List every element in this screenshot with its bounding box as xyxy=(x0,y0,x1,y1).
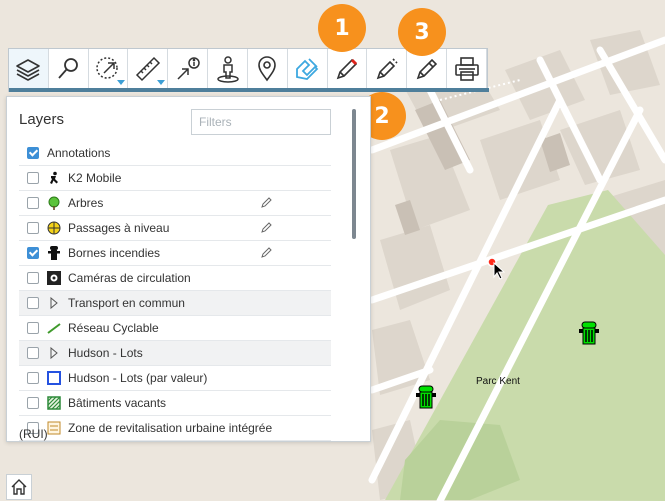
layer-row-zone-de-revitalisation[interactable]: Zone de revitalisation urbaine intégrée xyxy=(19,416,331,441)
layer-row-bornes-incendies[interactable]: Bornes incendies xyxy=(19,241,331,266)
crossing-icon xyxy=(47,221,61,235)
layer-label: Hudson - Lots xyxy=(68,346,143,360)
layers-panel-title: Layers xyxy=(19,111,65,128)
chevron-right-icon[interactable] xyxy=(47,346,61,360)
layer-label: Arbres xyxy=(68,196,104,210)
edit-layer-pencil-icon[interactable] xyxy=(261,221,273,233)
layer-row-passages-a-niveau[interactable]: Passages à niveau xyxy=(19,216,331,241)
layer-list: Annotations K2 Mobile Arbres Passages à … xyxy=(19,141,331,441)
layer-checkbox[interactable] xyxy=(27,197,39,209)
toolbar-accent-bar xyxy=(9,88,489,92)
select-area-dropdown-caret[interactable] xyxy=(117,80,126,85)
layer-checkbox[interactable] xyxy=(27,347,39,359)
layer-checkbox[interactable] xyxy=(27,397,39,409)
callout-badge-3: 3 xyxy=(398,8,446,56)
draw-tool-1-button[interactable] xyxy=(328,49,368,89)
layer-label: Bâtiments vacants xyxy=(68,396,167,410)
layer-row-cameras-de-circulation[interactable]: Caméras de circulation xyxy=(19,266,331,291)
line-icon xyxy=(47,321,61,335)
home-icon xyxy=(11,479,27,495)
locate-tool-button[interactable] xyxy=(248,49,288,89)
printer-icon xyxy=(454,57,479,81)
layer-row-hudson-lots-par-valeur[interactable]: Hudson - Lots (par valeur) xyxy=(19,366,331,391)
layer-label: Réseau Cyclable xyxy=(68,321,159,335)
square-outline-icon xyxy=(47,371,61,385)
measure-tool-button[interactable] xyxy=(128,49,169,89)
map-pin-icon xyxy=(258,56,277,82)
layer-label: Hudson - Lots (par valeur) xyxy=(68,371,208,385)
layer-checkbox[interactable] xyxy=(27,372,39,384)
info-pointer-icon xyxy=(177,57,200,80)
layer-row-annotations[interactable]: Annotations xyxy=(19,141,331,166)
layer-row-reseau-cyclable[interactable]: Réseau Cyclable xyxy=(19,316,331,341)
layer-label: Bornes incendies xyxy=(68,246,161,260)
layer-filter-input[interactable] xyxy=(191,109,331,135)
pencil-icon xyxy=(336,58,358,80)
pencil-icon xyxy=(376,58,398,80)
layer-label-overflow: (RUI) xyxy=(19,427,48,441)
layer-row-transport-en-commun[interactable]: Transport en commun xyxy=(19,291,331,316)
redline-tool-button[interactable] xyxy=(288,49,328,89)
print-tool-button[interactable] xyxy=(447,49,487,89)
layer-label: Passages à niveau xyxy=(68,221,170,235)
layer-checkbox[interactable] xyxy=(27,272,39,284)
camera-icon xyxy=(47,271,61,285)
park-label: Parc Kent xyxy=(476,376,520,387)
layer-row-hudson-lots[interactable]: Hudson - Lots xyxy=(19,341,331,366)
home-button[interactable] xyxy=(6,474,32,500)
ruler-icon xyxy=(135,56,160,82)
layer-checkbox[interactable] xyxy=(27,222,39,234)
search-icon xyxy=(58,58,79,79)
layers-panel: Layers Annotations K2 Mobile Arbres Pass… xyxy=(6,96,371,442)
layer-label: Caméras de circulation xyxy=(68,271,191,285)
search-tool-button[interactable] xyxy=(49,49,89,89)
layers-tool-button[interactable] xyxy=(9,49,49,89)
layer-label: K2 Mobile xyxy=(68,171,122,185)
runner-icon xyxy=(47,171,61,185)
layer-label: Zone de revitalisation urbaine intégrée xyxy=(68,421,273,435)
chevron-right-icon[interactable] xyxy=(47,296,61,310)
layer-label: Annotations xyxy=(47,146,111,160)
select-area-tool-button[interactable] xyxy=(89,49,129,89)
layer-checkbox[interactable] xyxy=(27,147,39,159)
layer-checkbox[interactable] xyxy=(27,297,39,309)
hydrant-icon xyxy=(47,246,61,260)
layers-icon xyxy=(16,59,41,81)
tape-icon xyxy=(296,58,319,80)
draw-tool-2-button[interactable] xyxy=(367,49,408,89)
edit-layer-pencil-icon[interactable] xyxy=(261,196,273,208)
layers-scrollbar[interactable] xyxy=(352,109,356,239)
measure-dropdown-caret[interactable] xyxy=(157,80,166,85)
layer-row-k2-mobile[interactable]: K2 Mobile xyxy=(19,166,331,191)
layer-checkbox[interactable] xyxy=(27,322,39,334)
identify-tool-button[interactable] xyxy=(168,49,209,89)
layer-label: Transport en commun xyxy=(68,296,185,310)
layer-checkbox[interactable] xyxy=(27,247,39,259)
select-area-icon xyxy=(96,57,118,79)
person-icon xyxy=(216,56,239,83)
edit-layer-pencil-icon[interactable] xyxy=(261,246,273,258)
callout-badge-1: 1 xyxy=(318,4,366,52)
pencil-icon xyxy=(416,58,437,80)
layer-checkbox[interactable] xyxy=(27,172,39,184)
tree-icon xyxy=(47,196,61,210)
layer-row-arbres[interactable]: Arbres xyxy=(19,191,331,216)
stack-icon xyxy=(47,421,61,435)
layer-row-batiments-vacants[interactable]: Bâtiments vacants xyxy=(19,391,331,416)
street-view-tool-button[interactable] xyxy=(208,49,248,89)
hatched-square-icon xyxy=(47,396,61,410)
